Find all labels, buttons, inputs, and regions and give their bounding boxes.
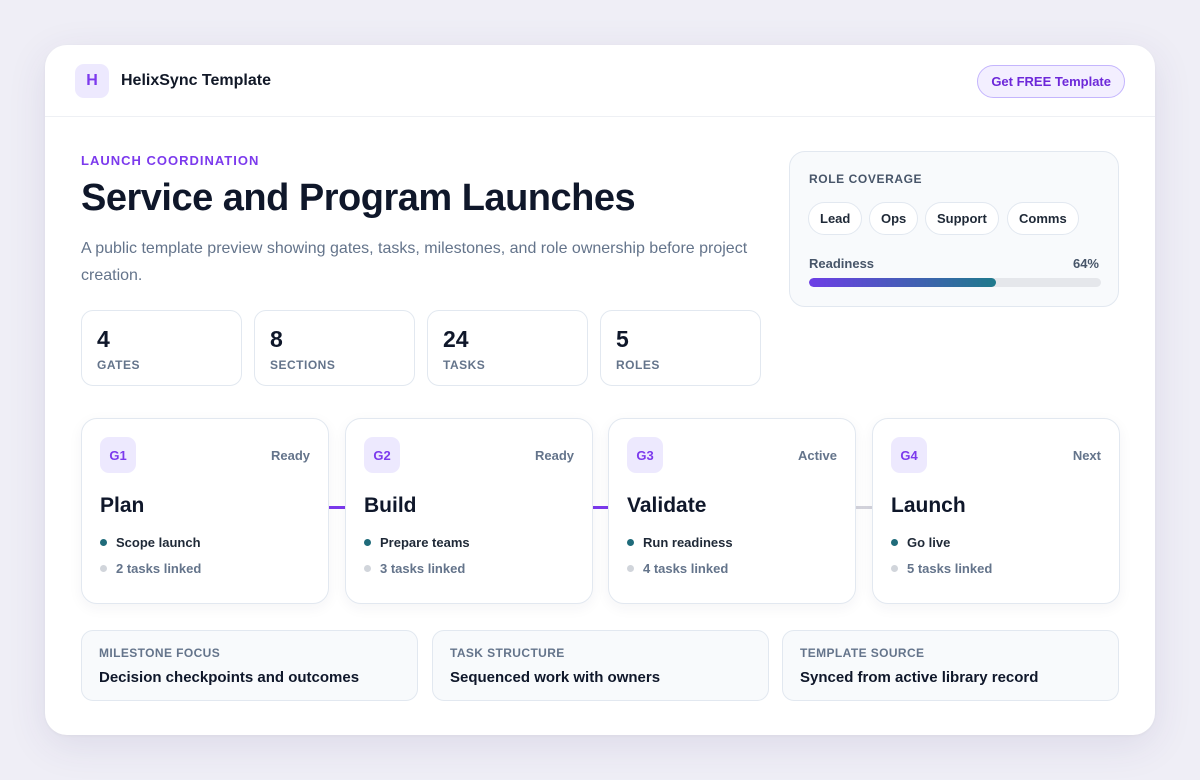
count-dot-icon <box>627 565 634 572</box>
role-coverage-panel: ROLE COVERAGE Lead Ops Support Comms Rea… <box>789 151 1119 307</box>
stat-value: 8 <box>270 326 283 352</box>
gate-card-g1[interactable]: G1 Ready Plan Scope launch 2 tasks linke… <box>81 418 329 604</box>
page-title: Service and Program Launches <box>81 177 636 219</box>
brand-name: HelixSync Template <box>121 72 271 89</box>
gate-count-label: 5 tasks linked <box>907 561 993 576</box>
stat-card-tasks: 24 TASKS <box>427 310 588 386</box>
gate-code-badge: G2 <box>364 437 400 473</box>
stats-row: 4 GATES 8 SECTIONS 24 TASKS 5 ROLES <box>81 310 761 386</box>
role-chip-ops[interactable]: Ops <box>869 202 919 235</box>
count-dot-icon <box>364 565 371 572</box>
gate-task: Go live <box>891 535 950 550</box>
gate-task-count: 3 tasks linked <box>364 561 465 576</box>
task-dot-icon <box>627 539 634 546</box>
task-dot-icon <box>364 539 371 546</box>
gate-task-label: Go live <box>907 535 951 550</box>
gate-task-count: 5 tasks linked <box>891 561 992 576</box>
gate-task-count: 4 tasks linked <box>627 561 728 576</box>
readiness-progress-fill <box>809 278 996 287</box>
stat-value: 5 <box>616 326 629 352</box>
brand-logo-icon: H <box>75 64 109 98</box>
gate-task: Prepare teams <box>364 535 470 550</box>
stat-card-gates: 4 GATES <box>81 310 242 386</box>
stat-label: TASKS <box>443 358 486 372</box>
gate-status: Ready <box>534 448 574 463</box>
stat-value: 24 <box>443 326 469 352</box>
gate-status: Next <box>1072 448 1101 463</box>
template-preview-card: H HelixSync Template Get FREE Template L… <box>45 45 1155 735</box>
gate-count-label: 4 tasks linked <box>643 561 729 576</box>
gate-count-label: 3 tasks linked <box>380 561 466 576</box>
page-subtitle: A public template preview showing gates,… <box>81 240 748 284</box>
gate-task-label: Prepare teams <box>380 535 470 550</box>
count-dot-icon <box>100 565 107 572</box>
gate-task-count: 2 tasks linked <box>100 561 201 576</box>
gate-name: Launch <box>891 494 966 517</box>
readiness-label: Readiness <box>809 256 875 271</box>
role-chip-comms[interactable]: Comms <box>1007 202 1079 235</box>
info-card-value: Synced from active library record <box>800 669 1039 686</box>
stat-card-roles: 5 ROLES <box>600 310 761 386</box>
header-bar: H HelixSync Template Get FREE Template <box>45 45 1155 117</box>
info-card-template-source: TEMPLATE SOURCE Synced from active libra… <box>782 630 1119 701</box>
info-card-label: MILESTONE FOCUS <box>99 646 221 660</box>
gate-card-g2[interactable]: G2 Ready Build Prepare teams 3 tasks lin… <box>345 418 593 604</box>
info-card-task-structure: TASK STRUCTURE Sequenced work with owner… <box>432 630 769 701</box>
gate-card-g3[interactable]: G3 Active Validate Run readiness 4 tasks… <box>608 418 856 604</box>
info-card-value: Decision checkpoints and outcomes <box>99 669 360 686</box>
task-dot-icon <box>891 539 898 546</box>
gate-name: Plan <box>100 494 145 517</box>
stat-card-sections: 8 SECTIONS <box>254 310 415 386</box>
gate-name: Build <box>364 494 417 517</box>
gates-row: G1 Ready Plan Scope launch 2 tasks linke… <box>81 418 1120 604</box>
count-dot-icon <box>891 565 898 572</box>
gate-card-g4[interactable]: G4 Next Launch Go live 5 tasks linked <box>872 418 1120 604</box>
info-card-label: TASK STRUCTURE <box>450 646 565 660</box>
gate-count-label: 2 tasks linked <box>116 561 202 576</box>
info-cards-row: MILESTONE FOCUS Decision checkpoints and… <box>81 630 1119 701</box>
gate-task-label: Scope launch <box>116 535 201 550</box>
task-dot-icon <box>100 539 107 546</box>
stat-value: 4 <box>97 326 110 352</box>
gate-task-label: Run readiness <box>643 535 733 550</box>
readiness-progress-bar <box>809 278 1101 287</box>
eyebrow-label: LAUNCH COORDINATION <box>81 153 260 168</box>
info-card-label: TEMPLATE SOURCE <box>800 646 925 660</box>
gate-task: Scope launch <box>100 535 201 550</box>
stat-label: SECTIONS <box>270 358 336 372</box>
gate-code-badge: G3 <box>627 437 663 473</box>
info-card-value: Sequenced work with owners <box>450 669 661 686</box>
info-card-milestone-focus: MILESTONE FOCUS Decision checkpoints and… <box>81 630 418 701</box>
readiness-value: 64% <box>1072 256 1099 271</box>
role-chip-lead[interactable]: Lead <box>808 202 863 235</box>
gate-code-badge: G1 <box>100 437 136 473</box>
stat-label: ROLES <box>616 358 660 372</box>
gate-name: Validate <box>627 494 707 517</box>
gate-task: Run readiness <box>627 535 733 550</box>
get-free-template-button[interactable]: Get FREE Template <box>977 65 1125 98</box>
role-chip-support[interactable]: Support <box>925 202 999 235</box>
gate-code-badge: G4 <box>891 437 927 473</box>
stat-label: GATES <box>97 358 140 372</box>
gate-status: Active <box>797 448 837 463</box>
gate-status: Ready <box>270 448 310 463</box>
role-coverage-title: ROLE COVERAGE <box>809 172 923 186</box>
